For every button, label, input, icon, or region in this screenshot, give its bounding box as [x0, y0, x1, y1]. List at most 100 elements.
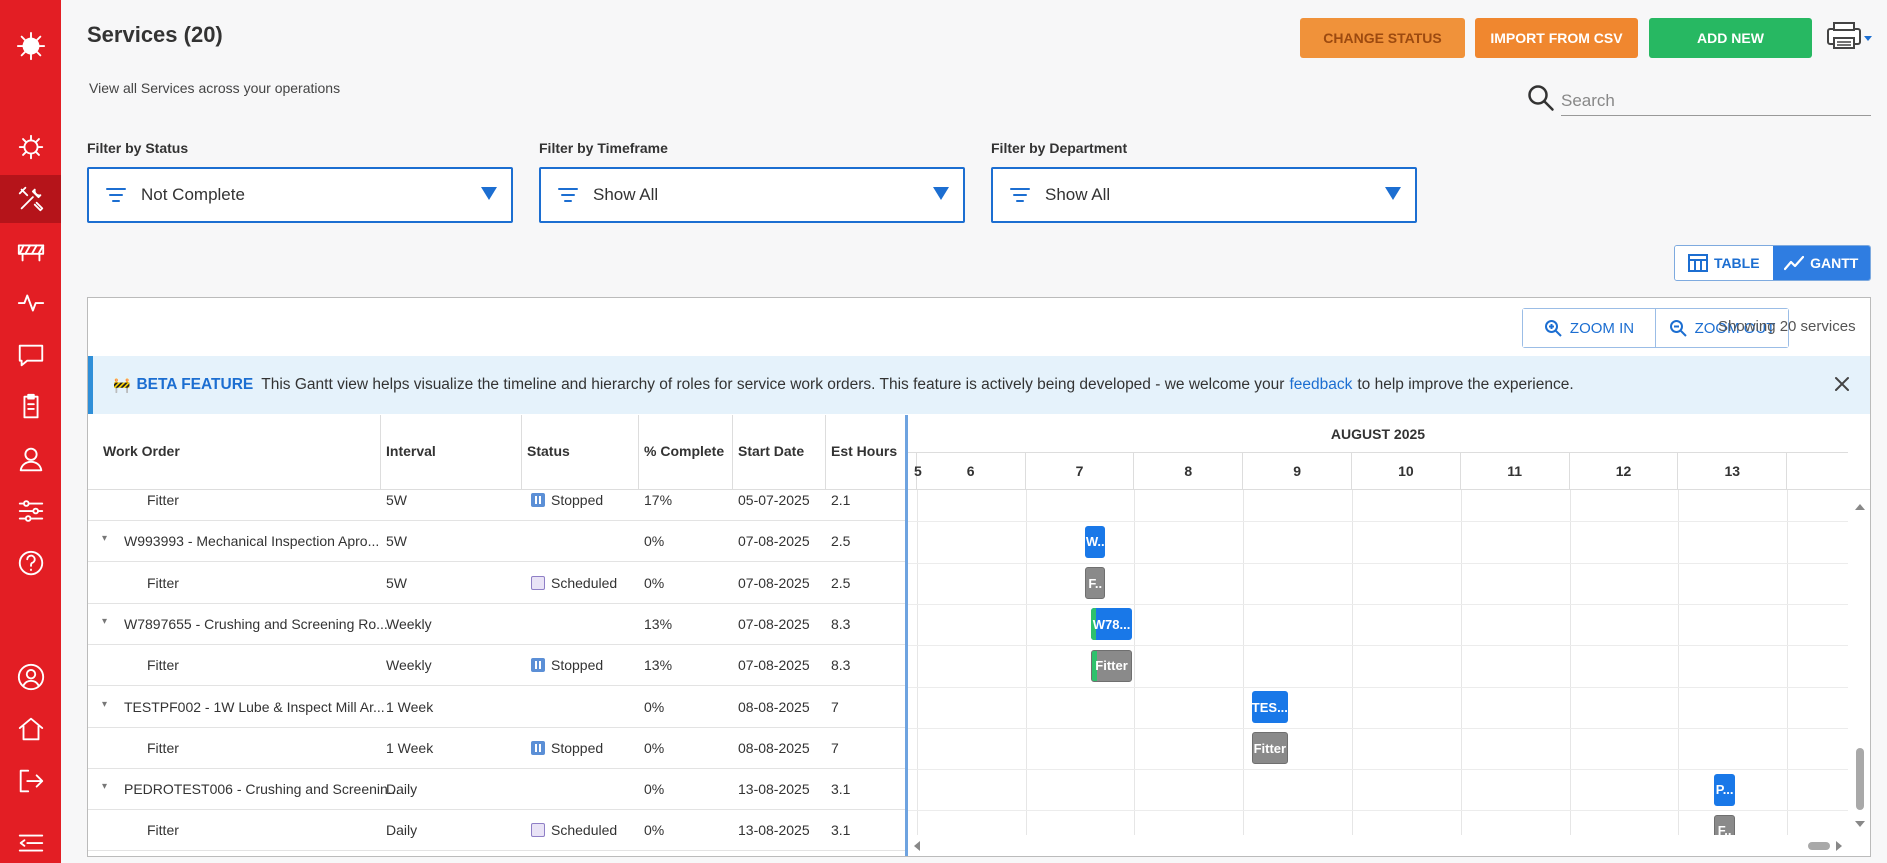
row-est-hours: 8.3 [831, 615, 851, 632]
clipboard-icon[interactable] [0, 383, 61, 431]
work-order-row[interactable]: ▾ W993993 - Mechanical Inspection Apro...… [88, 521, 905, 563]
filter-department-value: Show All [1045, 185, 1111, 204]
row-start-date: 05-07-2025 [738, 492, 810, 508]
construction-icon: 🚧 [113, 376, 131, 393]
expand-caret-icon[interactable]: ▾ [102, 616, 107, 627]
profile-icon[interactable] [0, 653, 61, 701]
role-row[interactable]: Fitter Daily Scheduled 0% 13-08-2025 3.1 [88, 810, 905, 852]
feedback-link[interactable]: feedback [1289, 376, 1352, 394]
role-row[interactable]: Fitter 1 Week Stopped 0% 08-08-2025 7 [88, 728, 905, 769]
col-est-hours[interactable]: Est Hours [831, 443, 897, 459]
col-work-order[interactable]: Work Order [103, 443, 180, 459]
gantt-view-button[interactable]: GANTT [1772, 246, 1870, 280]
close-icon[interactable] [1832, 374, 1852, 394]
role-row[interactable]: Fitter Weekly Stopped 13% 07-08-2025 8.3 [88, 645, 905, 687]
filter-timeframe-select[interactable]: Show All [539, 167, 965, 223]
filter-department-select[interactable]: Show All [991, 167, 1417, 223]
add-new-button[interactable]: ADD NEW [1649, 18, 1812, 58]
row-work-order: TESTPF002 - 1W Lube & Inspect Mill Ar... [124, 698, 385, 715]
gantt-bar-label: TES... [1251, 699, 1288, 715]
filter-status-value: Not Complete [141, 185, 245, 204]
pause-icon [531, 493, 545, 507]
chevron-down-icon [1385, 187, 1401, 200]
services-icon[interactable] [0, 175, 61, 223]
help-icon[interactable] [0, 539, 61, 587]
filter-status-select[interactable]: Not Complete [87, 167, 513, 223]
timeline-body: W.. F.. W78... Fitter TES... Fitter P... F.. [908, 490, 1848, 835]
filter-status-label: Filter by Status [87, 140, 189, 156]
chevron-down-icon [481, 187, 497, 200]
gantt-bar-work-order[interactable]: W.. [1085, 525, 1106, 558]
gantt-bar-work-order[interactable]: P... [1714, 773, 1735, 806]
calendar-icon [531, 823, 545, 838]
sliders-icon[interactable] [0, 487, 61, 535]
timeline-day: 7 [1026, 453, 1135, 490]
chat-icon[interactable] [0, 331, 61, 379]
row-interval: Daily [386, 822, 418, 839]
gantt-bar-role[interactable]: F.. [1714, 814, 1735, 835]
col-interval[interactable]: Interval [386, 443, 436, 459]
activity-icon[interactable] [0, 279, 61, 327]
row-start-date: 13-08-2025 [738, 822, 810, 839]
col-complete[interactable]: % Complete [644, 443, 724, 459]
gantt-bar-work-order[interactable]: W78... [1090, 608, 1133, 641]
page-title: Services (20) [87, 22, 223, 47]
role-row[interactable]: Fitter 5W Scheduled 0% 07-08-2025 2.5 [88, 563, 905, 604]
col-status[interactable]: Status [527, 443, 570, 459]
work-order-row[interactable]: ▾ TESTPF002 - 1W Lube & Inspect Mill Ar..… [88, 687, 905, 728]
expand-caret-icon[interactable]: ▾ [102, 781, 107, 792]
role-row[interactable]: Fitter 5W Stopped 17% 05-07-2025 2.1 [88, 480, 905, 521]
zoom-in-button[interactable]: ZOOM IN [1523, 309, 1655, 347]
timeline-day: 11 [1461, 453, 1570, 490]
vertical-scrollbar[interactable] [1850, 490, 1870, 835]
timeline-day: 10 [1352, 453, 1461, 490]
row-complete: 17% [644, 492, 673, 508]
gantt-bar-label: W.. [1085, 534, 1105, 550]
user-icon[interactable] [0, 435, 61, 483]
gantt-bar-role[interactable]: Fitter [1251, 732, 1288, 765]
gantt-bar-work-order[interactable]: TES... [1251, 691, 1288, 723]
status-badge: Stopped [531, 740, 603, 756]
search-input[interactable] [1561, 86, 1871, 116]
logo-icon[interactable] [0, 22, 61, 70]
row-start-date: 07-08-2025 [738, 533, 810, 550]
gantt-bar-role[interactable]: Fitter [1090, 649, 1133, 682]
row-complete: 13% [644, 657, 673, 674]
view-toggle: TABLE GANTT [1674, 245, 1871, 281]
horizontal-scrollbar[interactable] [908, 835, 1848, 857]
row-est-hours: 2.5 [831, 533, 851, 550]
gantt-bar-role[interactable]: F.. [1085, 567, 1106, 600]
import-csv-button[interactable]: IMPORT FROM CSV [1475, 18, 1638, 58]
expand-caret-icon[interactable]: ▾ [102, 699, 107, 710]
row-interval: 5W [386, 533, 407, 550]
timeline-month: AUGUST 2025 [908, 415, 1848, 453]
pause-icon [531, 658, 545, 673]
printer-icon[interactable] [1824, 20, 1874, 50]
work-order-row[interactable]: ▾ PEDROTEST006 - Crushing and Screenin...… [88, 769, 905, 811]
pause-icon [531, 740, 545, 755]
row-start-date: 07-08-2025 [738, 615, 810, 632]
table-view-button[interactable]: TABLE [1675, 246, 1773, 280]
sidebar [0, 0, 61, 863]
row-interval: 5W [386, 574, 407, 591]
row-start-date: 07-08-2025 [738, 574, 810, 591]
change-status-button[interactable]: CHANGE STATUS [1300, 18, 1465, 58]
gantt-bar-label: Fitter [1095, 658, 1128, 674]
filter-timeframe-value: Show All [593, 185, 659, 204]
row-est-hours: 7 [831, 698, 839, 715]
menu-collapse-icon[interactable] [0, 823, 61, 863]
grid-header: Work Order Interval Status % Complete St… [88, 415, 906, 490]
expand-caret-icon[interactable]: ▾ [102, 533, 107, 544]
zoom-out-icon [1669, 320, 1687, 337]
col-start-date[interactable]: Start Date [738, 443, 804, 459]
home-icon[interactable] [0, 705, 61, 753]
work-order-row[interactable]: ▾ W7897655 - Crushing and Screening Ro...… [88, 604, 905, 645]
beta-tag: BETA FEATURE [136, 376, 254, 393]
zoom-in-icon [1544, 320, 1562, 337]
gantt-bar-label: F.. [1717, 823, 1732, 835]
table-icon [1687, 254, 1708, 272]
logout-icon[interactable] [0, 757, 61, 805]
chevron-down-icon [933, 187, 949, 200]
barrier-icon[interactable] [0, 227, 61, 275]
dashboard-icon[interactable] [0, 123, 61, 171]
